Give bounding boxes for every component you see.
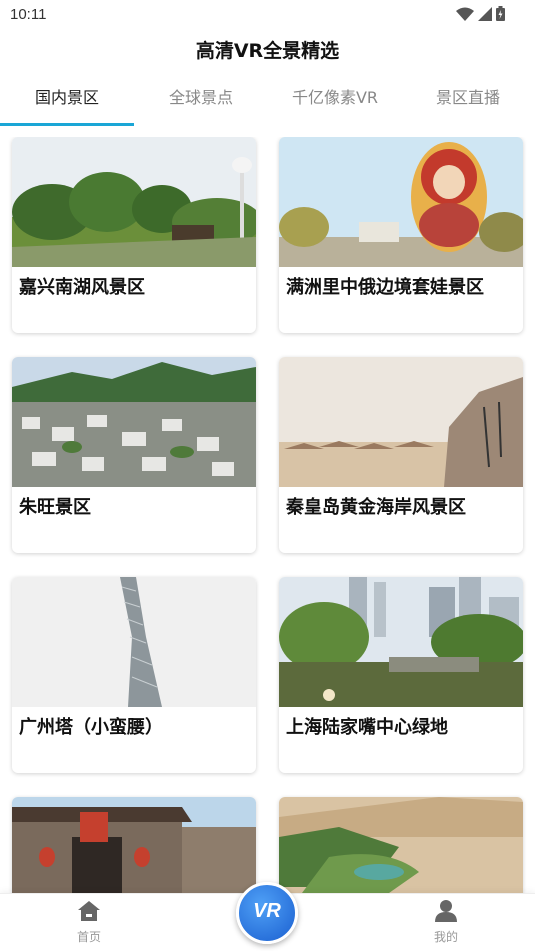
scenic-card[interactable]: 朱旺景区 [12,357,256,553]
scenic-title: 朱旺景区 [19,497,91,518]
nav-home[interactable]: 首页 [59,900,119,945]
scenic-thumbnail [279,577,523,707]
tab-live[interactable]: 景区直播 [401,80,535,126]
app-title: 高清VR全景精选 [195,40,340,62]
nav-home-label: 首页 [76,930,101,944]
scenic-thumbnail [12,577,256,707]
scenic-title: 嘉兴南湖风景区 [19,277,145,298]
status-time: 10:11 [10,6,47,23]
status-icons [456,6,505,21]
scenic-title: 广州塔（小蛮腰） [19,717,163,738]
scenic-thumbnail [279,357,523,487]
scenic-thumbnail [279,137,523,267]
home-icon [78,901,100,921]
scenic-card[interactable]: 秦皇岛黄金海岸风景区 [279,357,523,553]
tab-indicator [0,123,134,126]
scenic-card[interactable]: 广州塔（小蛮腰） [12,577,256,773]
tab-global[interactable]: 全球景点 [134,80,268,126]
scenic-title: 上海陆家嘴中心绿地 [286,717,448,738]
tab-domestic[interactable]: 国内景区 [0,80,134,126]
scenic-thumbnail [12,357,256,487]
scenic-title: 满洲里中俄边境套娃景区 [286,277,484,298]
vr-center-button[interactable]: VR [236,882,298,944]
vr-button-label: VR [253,900,281,922]
scenic-card[interactable] [12,797,256,897]
scenic-title: 秦皇岛黄金海岸风景区 [286,497,466,518]
scenic-grid: 嘉兴南湖风景区 满洲里中俄边境套娃景区 朱旺景区 秦皇岛黄金海岸风景区 广州塔（… [0,137,535,897]
scenic-card[interactable]: 满洲里中俄边境套娃景区 [279,137,523,333]
person-icon [435,900,457,922]
wifi-icon [456,7,474,21]
category-tabs: 国内景区 全球景点 千亿像素VR 景区直播 [0,80,535,126]
scenic-thumbnail [12,137,256,267]
scenic-thumbnail [279,797,523,897]
scenic-thumbnail [12,797,256,897]
battery-icon [496,6,505,21]
signal-icon [478,6,492,21]
nav-mine[interactable]: 我的 [416,900,476,945]
scenic-card[interactable] [279,797,523,897]
nav-mine-label: 我的 [433,930,458,944]
scenic-card[interactable]: 嘉兴南湖风景区 [12,137,256,333]
scenic-card[interactable]: 上海陆家嘴中心绿地 [279,577,523,773]
status-bar: 10:11 [0,0,535,30]
tab-gigapixel-vr[interactable]: 千亿像素VR [268,80,402,126]
